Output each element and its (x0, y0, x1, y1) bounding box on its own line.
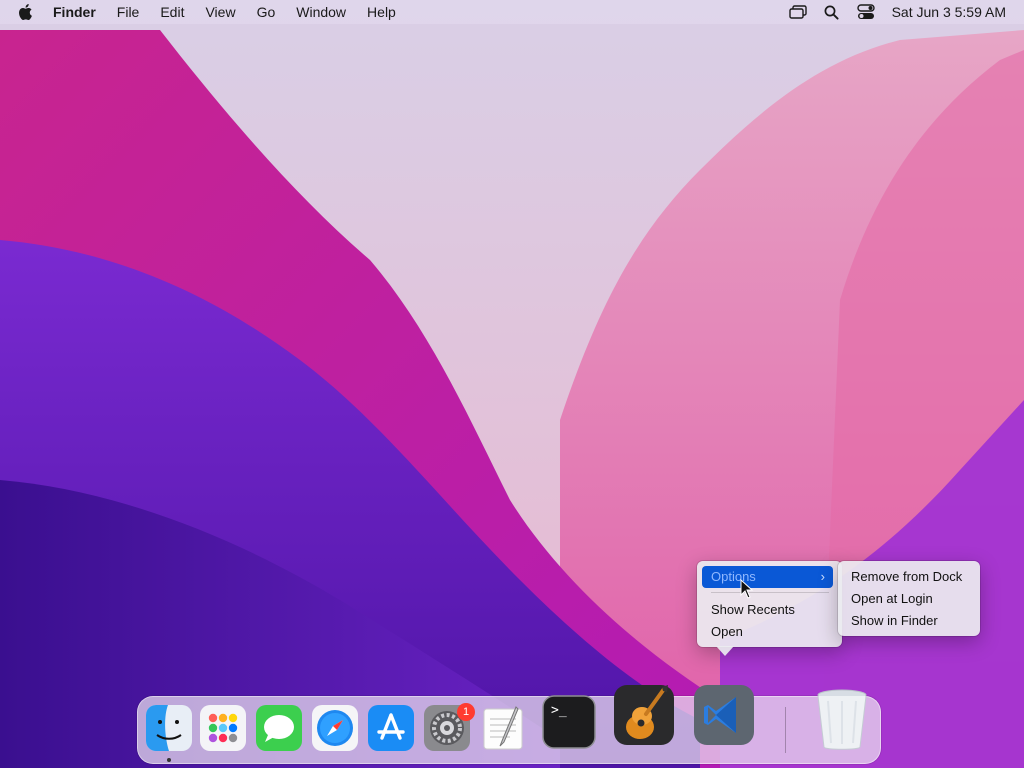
menu-file[interactable]: File (117, 4, 140, 20)
menu-bar: Finder File Edit View Go Window Help Sat… (0, 0, 1024, 24)
status-area: Sat Jun 3 5:59 AM (774, 0, 1006, 24)
submenu-open-at-login[interactable]: Open at Login (838, 588, 980, 610)
messages-icon[interactable] (256, 705, 302, 751)
menu-divider (711, 592, 829, 593)
menu-go[interactable]: Go (257, 4, 276, 20)
search-icon[interactable] (822, 3, 842, 21)
terminal-prompt: >_ (551, 703, 567, 718)
mouse-cursor (740, 579, 754, 599)
screen-mirroring-icon[interactable] (788, 3, 808, 21)
menu-edit[interactable]: Edit (160, 4, 184, 20)
menu-pointer-arrow (716, 646, 734, 656)
safari-icon[interactable] (312, 705, 358, 751)
menu-item-options[interactable]: Options › (702, 566, 833, 588)
dock: 1 >_ (137, 685, 881, 764)
options-submenu: Remove from Dock Open at Login Show in F… (838, 561, 980, 636)
menu-app-name[interactable]: Finder (53, 4, 96, 20)
chevron-right-icon: › (820, 569, 825, 584)
dock-context-menu: Options › Show Recents Open (697, 561, 842, 647)
menu-window[interactable]: Window (296, 4, 346, 20)
apple-menu-icon[interactable] (18, 3, 36, 21)
running-indicator (167, 758, 171, 762)
garageband-icon[interactable] (612, 683, 676, 747)
notification-badge: 1 (457, 703, 475, 721)
dock-separator (785, 707, 786, 753)
textedit-icon[interactable] (480, 705, 526, 751)
submenu-remove-from-dock[interactable]: Remove from Dock (838, 566, 980, 588)
app-store-icon[interactable] (368, 705, 414, 751)
menu-item-show-recents[interactable]: Show Recents (702, 599, 833, 621)
vscode-icon[interactable] (692, 683, 756, 747)
menu-help[interactable]: Help (367, 4, 396, 20)
trash-icon[interactable] (814, 687, 870, 753)
menu-bar-clock[interactable]: Sat Jun 3 5:59 AM (892, 4, 1006, 20)
desktop-wallpaper (0, 0, 1024, 768)
menu-view[interactable]: View (205, 4, 235, 20)
terminal-icon[interactable]: >_ (542, 695, 596, 749)
launchpad-icon[interactable] (200, 705, 246, 751)
finder-icon[interactable] (146, 705, 192, 751)
control-center-icon[interactable] (856, 3, 876, 21)
menu-item-open[interactable]: Open (702, 621, 833, 643)
submenu-show-in-finder[interactable]: Show in Finder (838, 610, 980, 632)
